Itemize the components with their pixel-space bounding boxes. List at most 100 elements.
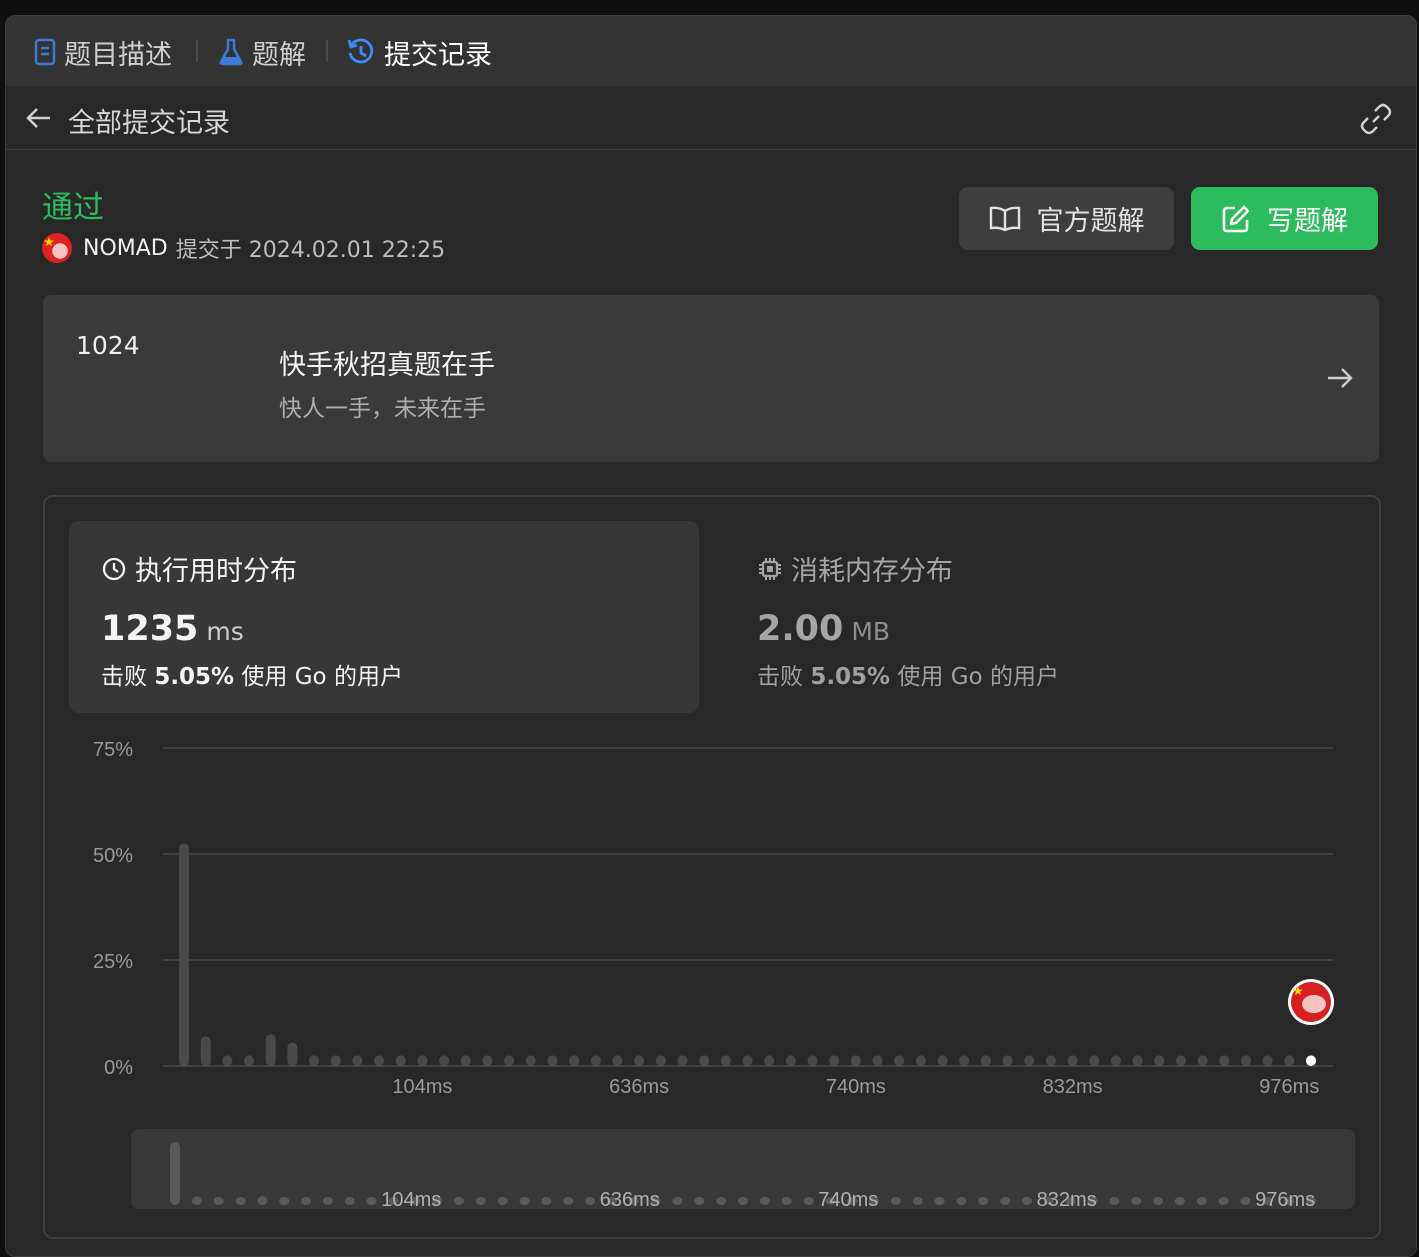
histogram-bar[interactable] [1024, 1055, 1035, 1066]
histogram-bar[interactable] [699, 1055, 710, 1066]
histogram-bar[interactable] [937, 1055, 948, 1066]
beats-prefix: 击败 [101, 664, 147, 690]
navigator-bar [213, 1197, 224, 1205]
navigator-bar [716, 1197, 727, 1205]
runtime-number: 1235 [101, 609, 199, 649]
histogram-bar[interactable] [720, 1055, 731, 1066]
histogram-bar[interactable] [1284, 1055, 1295, 1066]
link-icon[interactable] [1358, 101, 1394, 137]
tab-label: 题目描述 [64, 39, 172, 71]
histogram-bar[interactable] [655, 1055, 666, 1066]
submission-time: 提交于 2024.02.01 22:25 [175, 238, 446, 263]
navigator-bar [279, 1197, 290, 1205]
histogram-bar[interactable] [1089, 1055, 1100, 1066]
navigator-bar [1218, 1197, 1229, 1205]
histogram-bar[interactable] [1132, 1055, 1143, 1066]
runtime-histogram[interactable]: 75% 50% 25% 0% 104ms 636ms 740ms 832ms 976ms [45, 723, 1379, 1093]
arrow-left-icon[interactable] [22, 101, 56, 135]
memory-tile[interactable]: 消耗内存分布 2.00 MB 击败 5.05% 使用 Go 的用户 [725, 521, 1325, 713]
histogram-bar[interactable] [525, 1055, 536, 1066]
histogram-bar[interactable] [1219, 1055, 1230, 1066]
navigator-bar [585, 1197, 596, 1205]
histogram-bar[interactable] [309, 1055, 320, 1066]
histogram-bar[interactable] [222, 1055, 233, 1066]
navigator-bar [759, 1197, 770, 1205]
memory-value: 2.00 MB [757, 609, 890, 649]
bar-current-submission[interactable] [1306, 1055, 1316, 1066]
book-icon [989, 206, 1020, 231]
histogram-bar[interactable] [1262, 1055, 1273, 1066]
histogram-bar[interactable] [287, 1042, 298, 1066]
histogram-bar[interactable] [1175, 1055, 1186, 1066]
runtime-beats: 击败 5.05% 使用 Go 的用户 [101, 657, 403, 691]
tab-solutions[interactable]: 题解 [218, 32, 306, 72]
navigator-tick-label: 636ms [600, 1189, 660, 1211]
beats-percent: 5.05% [154, 664, 235, 690]
histogram-bar[interactable] [1045, 1055, 1056, 1066]
current-submission-avatar[interactable] [1288, 979, 1334, 1025]
navigator-bar [344, 1197, 355, 1205]
histogram-bar[interactable] [504, 1055, 515, 1066]
official-solution-label: 官方题解 [1036, 206, 1145, 237]
x-tick-label: 976ms [1259, 1076, 1319, 1093]
histogram-bar[interactable] [1067, 1055, 1078, 1066]
histogram-bar[interactable] [1240, 1055, 1251, 1066]
histogram-bar[interactable] [547, 1055, 558, 1066]
tab-description[interactable]: 题目描述 [34, 32, 172, 72]
histogram-bar[interactable] [374, 1055, 385, 1066]
navigator-bar [235, 1197, 246, 1205]
tab-submissions[interactable]: 提交记录 [346, 32, 492, 72]
histogram-bar[interactable] [959, 1055, 970, 1066]
histogram-bar[interactable] [872, 1055, 883, 1066]
navigator-tick-label: 976ms [1255, 1189, 1315, 1211]
navigator-bar [956, 1197, 967, 1205]
histogram-bar[interactable] [352, 1055, 363, 1066]
histogram-bar[interactable] [244, 1055, 255, 1066]
histogram-bar[interactable] [330, 1055, 341, 1066]
histogram-bar[interactable] [590, 1055, 601, 1066]
y-tick-label: 25% [93, 951, 133, 973]
y-tick-label: 50% [93, 845, 133, 867]
histogram-bar[interactable] [850, 1055, 861, 1066]
navigator-bar [1000, 1197, 1011, 1205]
histogram-bar[interactable] [634, 1055, 645, 1066]
histogram-bar[interactable] [829, 1055, 840, 1066]
official-solution-button[interactable]: 官方题解 [959, 187, 1174, 250]
histogram-bar[interactable] [200, 1036, 211, 1066]
histogram-bar[interactable] [980, 1055, 991, 1066]
histogram-bar[interactable] [915, 1055, 926, 1066]
all-submissions-title: 全部提交记录 [68, 108, 230, 139]
histogram-bar[interactable] [677, 1055, 688, 1066]
histogram-bar[interactable] [894, 1055, 905, 1066]
histogram-bar[interactable] [807, 1055, 818, 1066]
avatar[interactable] [42, 233, 72, 263]
histogram-bar[interactable] [1197, 1055, 1208, 1066]
promo-card[interactable]: 1024 快手秋招真题在手 快人一手，未来在手 [43, 295, 1379, 462]
write-solution-button[interactable]: 写题解 [1191, 187, 1378, 250]
histogram-bar[interactable] [482, 1055, 493, 1066]
histogram-bar[interactable] [265, 1034, 276, 1066]
y-tick-label: 75% [93, 739, 133, 761]
histogram-navigator[interactable]: 104ms 636ms 740ms 832ms 976ms [131, 1129, 1355, 1211]
x-tick-label: 104ms [392, 1076, 452, 1093]
histogram-bar[interactable] [417, 1055, 428, 1066]
histogram-bar[interactable] [1002, 1055, 1013, 1066]
histogram-bar[interactable] [1110, 1055, 1121, 1066]
histogram-bar[interactable] [460, 1055, 471, 1066]
submitter-name[interactable]: NOMAD [83, 236, 168, 261]
runtime-tile[interactable]: 执行用时分布 1235 ms 击败 5.05% 使用 Go 的用户 [69, 521, 699, 713]
histogram-bar[interactable] [612, 1055, 623, 1066]
histogram-bar[interactable] [439, 1055, 450, 1066]
edit-icon [1222, 205, 1250, 232]
histogram-bar[interactable] [785, 1055, 796, 1066]
navigator-bar [803, 1197, 814, 1205]
histogram-bar[interactable] [742, 1055, 753, 1066]
histogram-bar[interactable] [1154, 1055, 1165, 1066]
submissions-header: 全部提交记录 [6, 87, 1416, 150]
histogram-bar[interactable] [764, 1055, 775, 1066]
histogram-bar[interactable] [569, 1055, 580, 1066]
histogram-bar[interactable] [395, 1055, 406, 1066]
promo-subtitle: 快人一手，未来在手 [279, 396, 486, 422]
memory-beats: 击败 5.05% 使用 Go 的用户 [757, 657, 1059, 691]
histogram-bar[interactable] [179, 843, 189, 1066]
